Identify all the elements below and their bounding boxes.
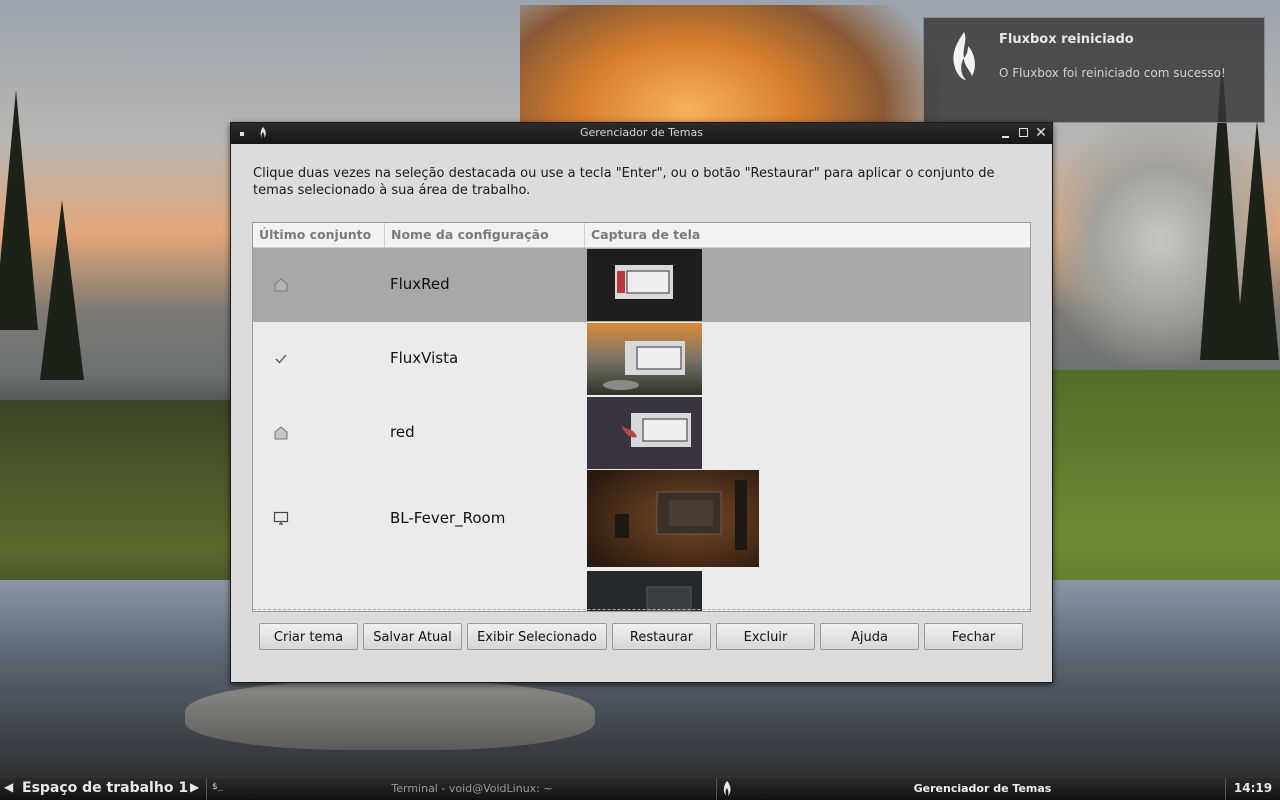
flame-icon <box>953 32 975 80</box>
theme-row-fluxred[interactable]: FluxRed <box>253 248 1030 322</box>
theme-manager-window: Gerenciador de Temas ✕ Clique duas vezes… <box>230 122 1053 683</box>
restore-button[interactable]: Restaurar <box>612 623 711 650</box>
taskbar-terminal-task[interactable]: Terminal - void@VoidLinux: ~ <box>232 782 712 795</box>
theme-name: FluxRed <box>390 275 450 293</box>
window-title: Gerenciador de Temas <box>580 126 703 139</box>
notification-body: O Fluxbox foi reiniciado com sucesso! <box>999 66 1226 80</box>
flame-icon <box>723 781 731 796</box>
column-header-screenshot[interactable]: Captura de tela <box>585 223 1030 247</box>
taskbar-separator <box>206 778 207 800</box>
theme-screenshot-thumbnail <box>587 323 702 395</box>
theme-row-fluxvista[interactable]: FluxVista <box>253 322 1030 396</box>
home-icon <box>274 278 288 292</box>
show-selected-button[interactable]: Exibir Selecionado <box>467 623 607 650</box>
help-button[interactable]: Ajuda <box>820 623 919 650</box>
create-theme-button[interactable]: Criar tema <box>259 623 358 650</box>
wallpaper-tree <box>1235 120 1279 360</box>
next-workspace-button[interactable]: ▶ <box>190 780 199 794</box>
taskbar-separator <box>716 778 717 800</box>
maximize-button[interactable] <box>1017 126 1031 140</box>
workspace-name[interactable]: Espaço de trabalho 1 <box>22 780 188 796</box>
wallpaper-tree <box>0 90 38 330</box>
instructions-text: Clique duas vezes na seleção destacada o… <box>253 166 995 198</box>
theme-screenshot-thumbnail <box>587 249 702 321</box>
delete-button[interactable]: Excluir <box>716 623 815 650</box>
notification-title: Fluxbox reiniciado <box>999 32 1134 47</box>
theme-screenshot-thumbnail <box>587 397 702 469</box>
save-current-button[interactable]: Salvar Atual <box>363 623 462 650</box>
close-window-button[interactable]: ✕ <box>1034 126 1048 140</box>
list-bottom-border <box>253 609 1030 611</box>
minimize-button[interactable] <box>999 126 1013 140</box>
theme-list[interactable]: Último conjunto Nome da configuração Cap… <box>252 222 1031 612</box>
check-icon <box>275 354 287 364</box>
notification-popup[interactable]: Fluxbox reiniciado O Fluxbox foi reinici… <box>923 17 1265 123</box>
theme-screenshot-thumbnail <box>587 571 702 611</box>
close-button[interactable]: Fechar <box>924 623 1023 650</box>
taskbar: ◀ Espaço de trabalho 1 ▶ $_ Terminal - v… <box>0 778 1280 800</box>
theme-name: BL-Fever_Room <box>390 509 506 527</box>
previous-workspace-button[interactable]: ◀ <box>4 780 13 794</box>
column-header-config-name[interactable]: Nome da configuração <box>385 223 585 247</box>
theme-row-red[interactable]: red <box>253 396 1030 470</box>
terminal-icon: $_ <box>212 782 223 792</box>
theme-row-partial[interactable] <box>253 569 1030 611</box>
theme-screenshot-thumbnail <box>587 470 759 567</box>
column-header-last-set[interactable]: Último conjunto <box>253 223 385 247</box>
wallpaper-tree <box>40 200 84 380</box>
theme-name: red <box>390 423 415 441</box>
list-header: Último conjunto Nome da configuração Cap… <box>253 223 1030 248</box>
wallpaper-boulder <box>185 680 595 750</box>
monitor-icon <box>273 511 289 525</box>
home-icon <box>274 426 288 440</box>
taskbar-theme-manager-task[interactable]: Gerenciador de Temas <box>740 782 1225 795</box>
clock: 14:19 <box>1233 781 1273 795</box>
theme-row-bl-fever-room[interactable]: BL-Fever_Room <box>253 470 1030 568</box>
window-titlebar[interactable]: Gerenciador de Temas ✕ <box>231 123 1052 144</box>
theme-name: FluxVista <box>390 349 459 367</box>
